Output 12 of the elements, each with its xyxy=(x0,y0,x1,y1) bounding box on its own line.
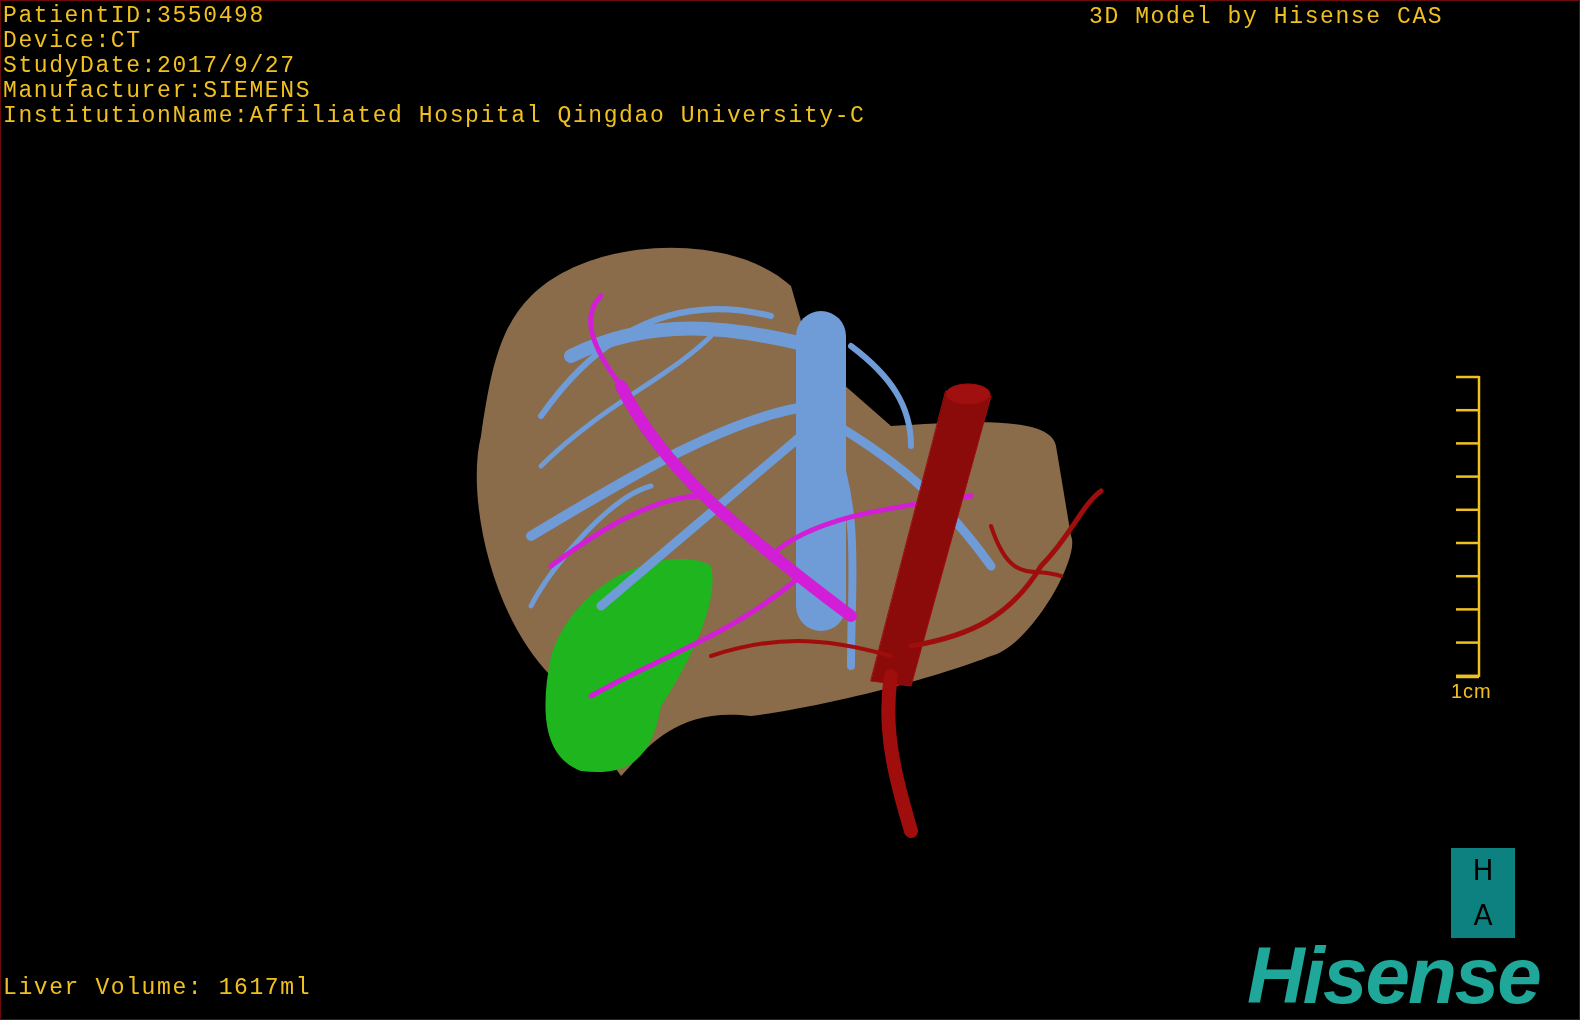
scale-label: 1cm xyxy=(1451,679,1492,704)
study-info-line: PatientID:3550498 xyxy=(3,4,266,29)
scale-ruler-icon xyxy=(1453,375,1482,679)
logo-wordmark: Hisense xyxy=(1247,931,1540,1019)
study-info-line: Device:CT xyxy=(3,29,143,54)
study-info-line: InstitutionName:Affiliated Hospital Qingdao University-C xyxy=(3,104,866,129)
study-info-line: StudyDate:2017/9/27 xyxy=(3,54,297,79)
badge-letter: A xyxy=(1473,900,1493,931)
study-info-line: Manufacturer:SIEMENS xyxy=(3,79,313,104)
badge-letter: H xyxy=(1472,855,1494,886)
liver-volume-label: Liver Volume: 1617ml xyxy=(3,976,312,1001)
header-caption: 3D Model by Hisense CAS xyxy=(1089,5,1444,30)
